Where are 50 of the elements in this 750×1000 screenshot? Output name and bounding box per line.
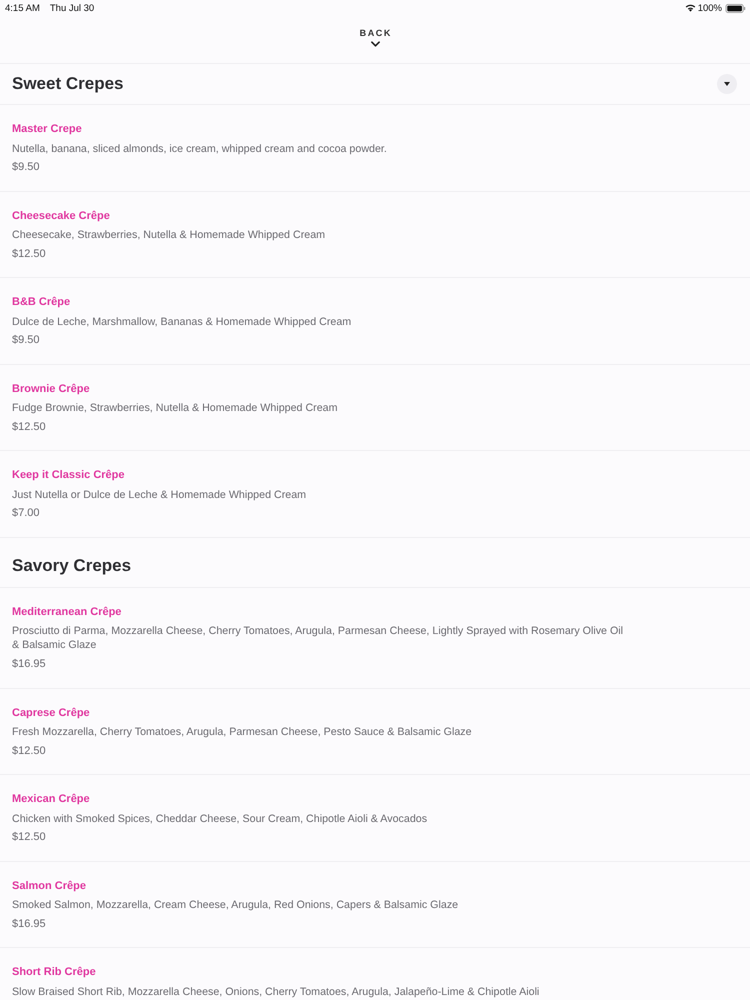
- item-price: $12.50: [12, 246, 47, 262]
- menu-item[interactable]: Mediterranean Crêpe Prosciutto di Parma, Mozzarella Cheese, Cherry Tomatoes, Arugula, Parmesan Cheese, Lightly Sprayed with Rosemary Olive Oil & Balsamic Glaze $16.95: [0, 588, 750, 689]
- triangle-down-icon: [724, 82, 730, 86]
- item-name: Cheesecake Crêpe: [12, 208, 111, 224]
- item-name: Salmon Crêpe: [12, 878, 87, 894]
- item-name: Keep it Classic Crêpe: [12, 468, 126, 484]
- menu-item[interactable]: Mexican Crêpe Chicken with Smoked Spices, Cheddar Cheese, Sour Cream, Chipotle Aioli & Avocados $12.50: [0, 775, 750, 862]
- item-name: Mediterranean Crêpe: [12, 604, 122, 620]
- section-heading: Sweet Crepes: [12, 74, 124, 94]
- item-description: Just Nutella or Dulce de Leche & Homemade Whipped Cream: [12, 488, 308, 503]
- item-price: $16.95: [12, 656, 47, 672]
- item-name: B&B Crêpe: [12, 295, 72, 310]
- menu-item[interactable]: Master Crepe Nutella, banana, sliced almonds, ice cream, whipped cream and cocoa powder. $9.50: [0, 105, 750, 192]
- item-name: Short Rib Crêpe: [12, 965, 97, 980]
- item-name: Caprese Crêpe: [12, 706, 91, 721]
- item-name: Brownie Crêpe: [12, 382, 91, 397]
- chevron-down-icon: [370, 41, 380, 47]
- item-name: Master Crepe: [12, 122, 83, 137]
- item-description: Fudge Brownie, Strawberries, Nutella & Homemade Whipped Cream: [12, 401, 339, 416]
- menu-item[interactable]: B&B Crêpe Dulce de Leche, Marshmallow, Bananas & Homemade Whipped Cream $9.50: [0, 278, 750, 365]
- item-description: Chicken with Smoked Spices, Cheddar Cheese, Sour Cream, Chipotle Aioli & Avocados: [12, 812, 428, 827]
- item-description: Fresh Mozzarella, Cherry Tomatoes, Arugula, Parmesan Cheese, Pesto Sauce & Balsamic Glaze: [12, 725, 473, 740]
- item-name: Mexican Crêpe: [12, 792, 91, 808]
- menu-item[interactable]: Keep it Classic Crêpe Just Nutella or Dulce de Leche & Homemade Whipped Cream $7.00: [0, 451, 750, 538]
- section-heading: Savory Crepes: [12, 556, 132, 576]
- status-time: 4:15 AM: [5, 2, 40, 14]
- item-price: $9.50: [12, 333, 41, 348]
- status-date: Thu Jul 30: [50, 2, 94, 14]
- battery-icon: [725, 4, 746, 12]
- collapse-toggle[interactable]: [717, 74, 737, 94]
- item-price: $12.50: [12, 420, 47, 435]
- menu-item[interactable]: Cheesecake Crêpe Cheesecake, Strawberries, Nutella & Homemade Whipped Cream $12.50: [0, 192, 750, 278]
- item-price: $7.00: [12, 506, 41, 522]
- item-description: Smoked Salmon, Mozzarella, Cream Cheese, Arugula, Red Onions, Capers & Balsamic Glaze: [12, 898, 460, 914]
- back-button[interactable]: BACK: [358, 28, 392, 47]
- item-price: $12.50: [12, 744, 47, 759]
- menu-item[interactable]: Caprese Crêpe Fresh Mozzarella, Cherry Tomatoes, Arugula, Parmesan Cheese, Pesto Sauce & Balsamic Glaze $12.50: [0, 688, 750, 776]
- battery-percent: 100%: [698, 2, 722, 14]
- menu-item[interactable]: Salmon Crêpe Smoked Salmon, Mozzarella, Cream Cheese, Arugula, Red Onions, Capers & Balsamic Glaze $16.95: [0, 862, 750, 948]
- item-description: Dulce de Leche, Marshmallow, Bananas & Homemade Whipped Cream: [12, 314, 352, 330]
- item-price: $9.50: [12, 160, 41, 175]
- item-description: Slow Braised Short Rib, Mozzarella Cheese, Onions, Cherry Tomatoes, Arugula, Jalapeño-Lime & Chipotle Aioli: [12, 984, 540, 1000]
- menu-item[interactable]: Short Rib Crêpe Slow Braised Short Rib, Mozzarella Cheese, Onions, Cherry Tomatoes, Arugula, Jalapeño-Lime & Chipotle Aioli: [0, 948, 750, 1000]
- item-price: $16.95: [12, 916, 47, 932]
- item-description: Cheesecake, Strawberries, Nutella & Homemade Whipped Cream: [12, 228, 326, 244]
- menu-item[interactable]: Brownie Crêpe Fudge Brownie, Strawberries, Nutella & Homemade Whipped Cream $12.50: [0, 364, 750, 452]
- item-price: $12.50: [12, 830, 47, 846]
- item-description: Nutella, banana, sliced almonds, ice cream, whipped cream and cocoa powder.: [12, 142, 388, 156]
- wifi-icon: [684, 4, 696, 12]
- item-description: Prosciutto di Parma, Mozzarella Cheese, Cherry Tomatoes, Arugula, Parmesan Cheese, Lightly Sprayed with Rosemary Olive Oil & Balsamic Glaze: [12, 624, 624, 654]
